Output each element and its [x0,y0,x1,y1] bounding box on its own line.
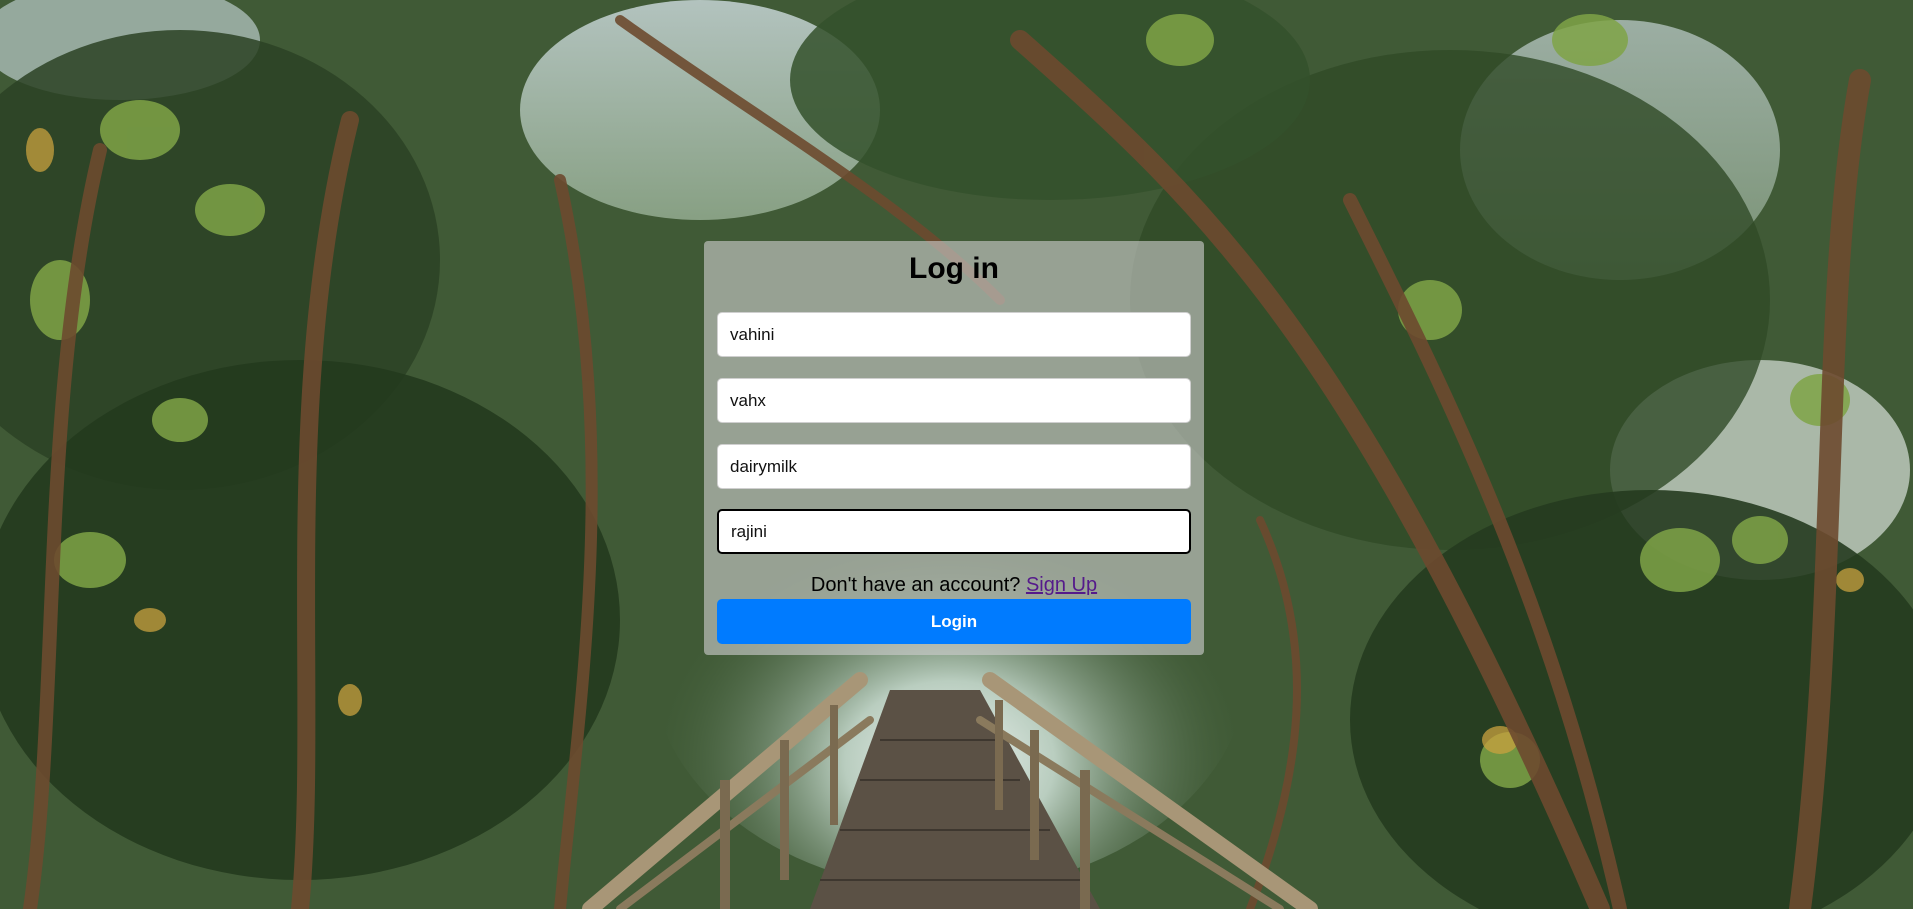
login-button[interactable]: Login [717,599,1191,644]
username-input[interactable] [717,312,1191,357]
signup-row: Don't have an account? Sign Up [704,573,1204,597]
name-input[interactable] [717,378,1191,423]
signup-prompt: Don't have an account? [810,574,1026,596]
confirm-input[interactable] [717,509,1191,554]
password-input[interactable] [717,444,1191,489]
login-title: Log in [909,252,999,285]
signup-link[interactable]: Sign Up [1026,574,1097,596]
login-panel: Log in Don't have an account? Sign Up Lo… [704,241,1204,655]
